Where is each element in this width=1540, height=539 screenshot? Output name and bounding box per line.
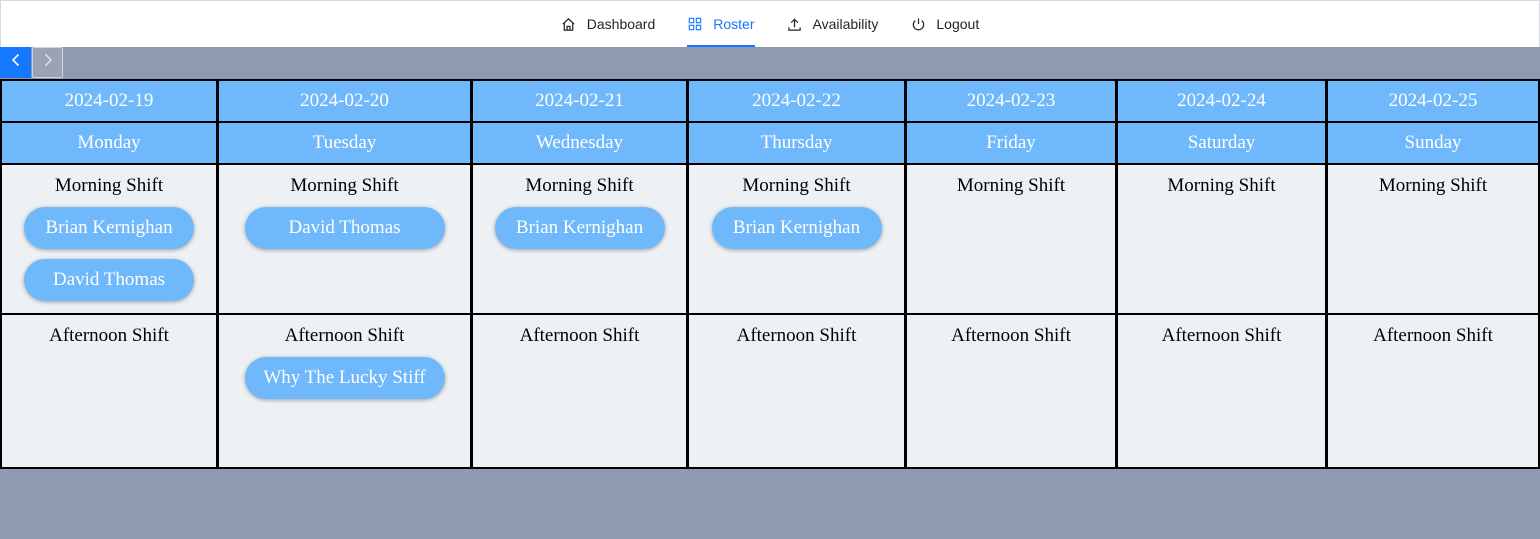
date-header: 2024-02-21 — [473, 81, 686, 123]
upload-icon — [787, 16, 803, 32]
date-header: 2024-02-25 — [1328, 81, 1538, 123]
date-header: 2024-02-23 — [907, 81, 1115, 123]
shift-label: Morning Shift — [742, 175, 851, 196]
weekday-header: Sunday — [1328, 123, 1538, 165]
afternoon-shift-cell: Afternoon Shift — [907, 315, 1115, 464]
nav-item-dashboard[interactable]: Dashboard — [545, 1, 672, 47]
date-header: 2024-02-22 — [689, 81, 904, 123]
morning-shift-cell: Morning Shift Brian Kernighan — [473, 165, 686, 315]
day-column-monday: 2024-02-19 Monday Morning Shift Brian Kerni… — [2, 81, 219, 467]
grid-icon — [687, 16, 703, 32]
weekday-header: Thursday — [689, 123, 904, 165]
afternoon-shift-cell: Afternoon Shift — [1118, 315, 1325, 464]
date-header: 2024-02-19 — [2, 81, 216, 123]
chevron-right-icon — [42, 53, 54, 72]
weekday-header: Tuesday — [219, 123, 470, 165]
nav-item-label: Logout — [936, 16, 980, 32]
home-icon — [561, 16, 577, 32]
week-pager — [0, 47, 63, 78]
shift-label: Afternoon Shift — [736, 325, 857, 346]
previous-week-button[interactable] — [0, 47, 31, 78]
day-column-tuesday: 2024-02-20 Tuesday Morning Shift David Thom… — [219, 81, 473, 467]
nav-item-availability[interactable]: Availability — [771, 1, 895, 47]
employee-chip[interactable]: David Thomas — [244, 207, 445, 249]
weekday-header: Friday — [907, 123, 1115, 165]
morning-shift-cell: Morning Shift David Thomas — [219, 165, 470, 315]
date-header: 2024-02-20 — [219, 81, 470, 123]
nav-menu: Dashboard Roster Availability Logout — [1, 1, 1539, 47]
nav-item-label: Roster — [713, 16, 755, 32]
employee-chip[interactable]: Brian Kernighan — [24, 207, 194, 249]
employee-chip[interactable]: David Thomas — [24, 259, 194, 301]
shift-label: Afternoon Shift — [951, 325, 1071, 346]
day-column-wednesday: 2024-02-21 Wednesday Morning Shift Brian Ke… — [473, 81, 689, 467]
weekday-header: Monday — [2, 123, 216, 165]
shift-label: Morning Shift — [290, 175, 399, 196]
employee-chip[interactable]: Brian Kernighan — [711, 207, 882, 249]
morning-shift-cell: Morning Shift Brian Kernighan David Thomas — [2, 165, 216, 315]
shift-label: Morning Shift — [1378, 175, 1488, 196]
day-column-thursday: 2024-02-22 Thursday Morning Shift Brian Ker… — [689, 81, 907, 467]
day-column-saturday: 2024-02-24 Saturday Morning Shift Afternoon… — [1118, 81, 1328, 467]
day-column-friday: 2024-02-23 Friday Morning Shift Afternoon S… — [907, 81, 1118, 467]
employee-chip[interactable]: Why The Lucky Stiff — [244, 357, 445, 399]
weekday-header: Wednesday — [473, 123, 686, 165]
afternoon-shift-cell: Afternoon Shift — [2, 315, 216, 464]
power-icon — [910, 16, 926, 32]
weekday-header: Saturday — [1118, 123, 1325, 165]
top-navbar: Dashboard Roster Availability Logout — [0, 0, 1540, 47]
nav-item-logout[interactable]: Logout — [894, 1, 995, 47]
shift-label: Afternoon Shift — [49, 325, 169, 346]
shift-label: Afternoon Shift — [1373, 325, 1493, 346]
day-column-sunday: 2024-02-25 Sunday Morning Shift Afternoon S… — [1328, 81, 1538, 467]
morning-shift-cell: Morning Shift Brian Kernighan — [689, 165, 904, 315]
shift-label: Afternoon Shift — [1161, 325, 1282, 346]
shift-label: Morning Shift — [525, 175, 634, 196]
shift-label: Afternoon Shift — [284, 325, 405, 346]
date-header: 2024-02-24 — [1118, 81, 1325, 123]
roster-grid: 2024-02-19 Monday Morning Shift Brian Kerni… — [0, 79, 1540, 469]
shift-label: Morning Shift — [54, 175, 164, 196]
nav-item-label: Dashboard — [586, 16, 656, 32]
morning-shift-cell: Morning Shift — [1118, 165, 1325, 315]
nav-item-label: Availability — [812, 16, 879, 32]
shift-label: Morning Shift — [956, 175, 1066, 196]
next-week-button[interactable] — [32, 47, 63, 78]
chevron-left-icon — [10, 53, 22, 72]
shift-label: Afternoon Shift — [519, 325, 640, 346]
employee-chip[interactable]: Brian Kernighan — [494, 207, 665, 249]
morning-shift-cell: Morning Shift — [1328, 165, 1538, 315]
afternoon-shift-cell: Afternoon Shift Why The Lucky Stiff — [219, 315, 470, 464]
morning-shift-cell: Morning Shift — [907, 165, 1115, 315]
afternoon-shift-cell: Afternoon Shift — [689, 315, 904, 464]
shift-label: Morning Shift — [1167, 175, 1276, 196]
afternoon-shift-cell: Afternoon Shift — [473, 315, 686, 464]
afternoon-shift-cell: Afternoon Shift — [1328, 315, 1538, 464]
nav-item-roster[interactable]: Roster — [671, 1, 770, 47]
